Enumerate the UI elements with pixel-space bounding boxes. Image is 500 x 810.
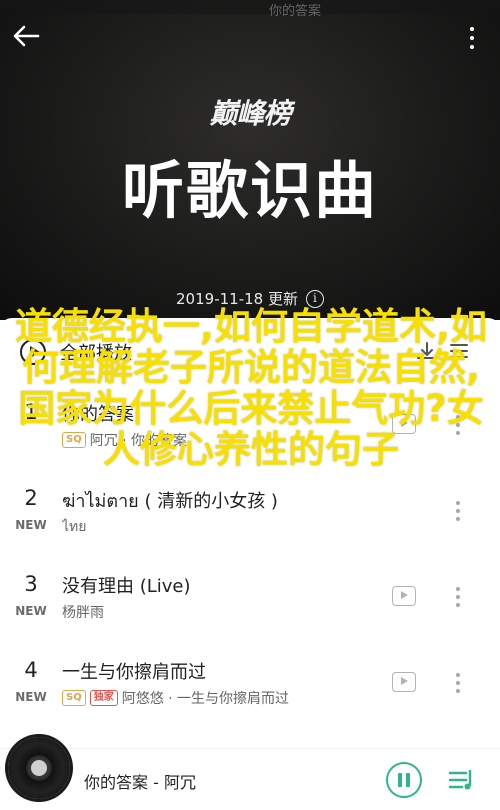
more-dot-icon (470, 27, 474, 31)
playlist-queue-icon[interactable] (446, 765, 476, 795)
sq-badge: SQ (62, 432, 86, 448)
more-options-button[interactable] (462, 20, 482, 56)
song-row[interactable]: 3 NEW 没有理由 (Live) 杨胖雨 (0, 558, 500, 644)
download-icon[interactable] (414, 340, 440, 362)
more-dot-icon (456, 603, 460, 607)
now-playing-text: 你的答案 - 阿冗 (84, 773, 196, 792)
song-artist-album: ไทย (62, 519, 87, 535)
pause-bar-icon (406, 773, 410, 787)
song-meta: SQ 阿冗 · 你的答案 (62, 430, 382, 450)
more-dot-icon (456, 681, 460, 685)
more-dot-icon (456, 689, 460, 693)
multi-select-icon[interactable] (448, 340, 470, 362)
song-artist-album: 阿冗 · 你的答案 (89, 433, 188, 449)
song-rank: 2 (24, 486, 38, 510)
mini-player[interactable]: 你的答案 - 阿冗 (0, 737, 500, 810)
song-more-button[interactable] (452, 582, 464, 612)
more-dot-icon (456, 509, 460, 513)
song-meta: SQ 独家 阿悠悠 · 一生与你擦肩而过 (62, 688, 382, 708)
back-arrow-icon (13, 25, 40, 47)
song-more-button[interactable] (452, 668, 464, 698)
mv-play-icon[interactable] (392, 414, 416, 434)
song-tag: NEW (15, 604, 47, 618)
song-more-button[interactable] (452, 410, 464, 440)
more-dot-icon (456, 501, 460, 505)
more-dot-icon (456, 415, 460, 419)
mv-play-icon[interactable] (392, 586, 416, 606)
play-all-label: 全部播放 (60, 343, 132, 364)
song-rank: 4 (24, 658, 38, 682)
song-title: 没有理由 (Live) (62, 576, 191, 597)
song-title: 你的答案 (62, 404, 134, 425)
pause-button[interactable] (386, 762, 422, 798)
more-dot-icon (456, 431, 460, 435)
exclusive-badge: 独家 (89, 690, 118, 706)
playlist-title: 听歌识曲 (121, 154, 378, 227)
update-info: 2019-11-18 更新 i (0, 288, 500, 309)
song-tag: NEW (15, 690, 47, 704)
song-row[interactable]: 2 NEW ฆ่าไม่ตาย ( 清新的小女孩 ) ไทย (0, 472, 500, 558)
song-meta: ไทย (62, 516, 382, 538)
album-disc-icon[interactable] (8, 737, 70, 799)
playlist-banner: 你的答案 巅峰榜 听歌识曲 2019-11-18 更新 i (0, 0, 500, 320)
song-list-panel: 全部播放 1 你的答案 SQ 阿冗 · 你的答案 2 NEW ฆ่าไม่ตาย… (0, 318, 500, 748)
song-meta: 杨胖雨 (62, 602, 382, 622)
more-dot-icon (456, 595, 460, 599)
song-title: 一生与你擦肩而过 (62, 662, 206, 683)
more-dot-icon (470, 45, 474, 49)
more-dot-icon (456, 517, 460, 521)
song-artist-album: 杨胖雨 (62, 605, 104, 621)
brand-logo: 巅峰榜 (209, 97, 291, 130)
song-artist-album: 阿悠悠 · 一生与你擦肩而过 (121, 691, 290, 707)
song-row[interactable]: 4 NEW 一生与你擦肩而过 SQ 独家 阿悠悠 · 一生与你擦肩而过 (0, 644, 500, 730)
song-row[interactable]: 1 你的答案 SQ 阿冗 · 你的答案 (0, 386, 500, 472)
play-all-icon (20, 339, 46, 365)
mv-play-icon[interactable] (392, 672, 416, 692)
more-dot-icon (470, 36, 474, 40)
more-dot-icon (456, 423, 460, 427)
song-rank: 3 (24, 572, 38, 596)
song-tag: NEW (15, 518, 47, 532)
song-title: ฆ่าไม่ตาย ( 清新的小女孩 ) (62, 491, 278, 512)
play-all-row[interactable]: 全部播放 (0, 318, 500, 386)
sq-badge: SQ (62, 690, 86, 706)
banner-top-text: 你的答案 (268, 4, 321, 19)
back-button[interactable] (8, 18, 44, 54)
update-date: 2019-11-18 更新 (176, 290, 298, 308)
song-more-button[interactable] (452, 496, 464, 526)
song-rank: 1 (24, 400, 38, 424)
info-icon[interactable]: i (305, 289, 324, 308)
pause-bar-icon (398, 773, 402, 787)
more-dot-icon (456, 673, 460, 677)
more-dot-icon (456, 587, 460, 591)
